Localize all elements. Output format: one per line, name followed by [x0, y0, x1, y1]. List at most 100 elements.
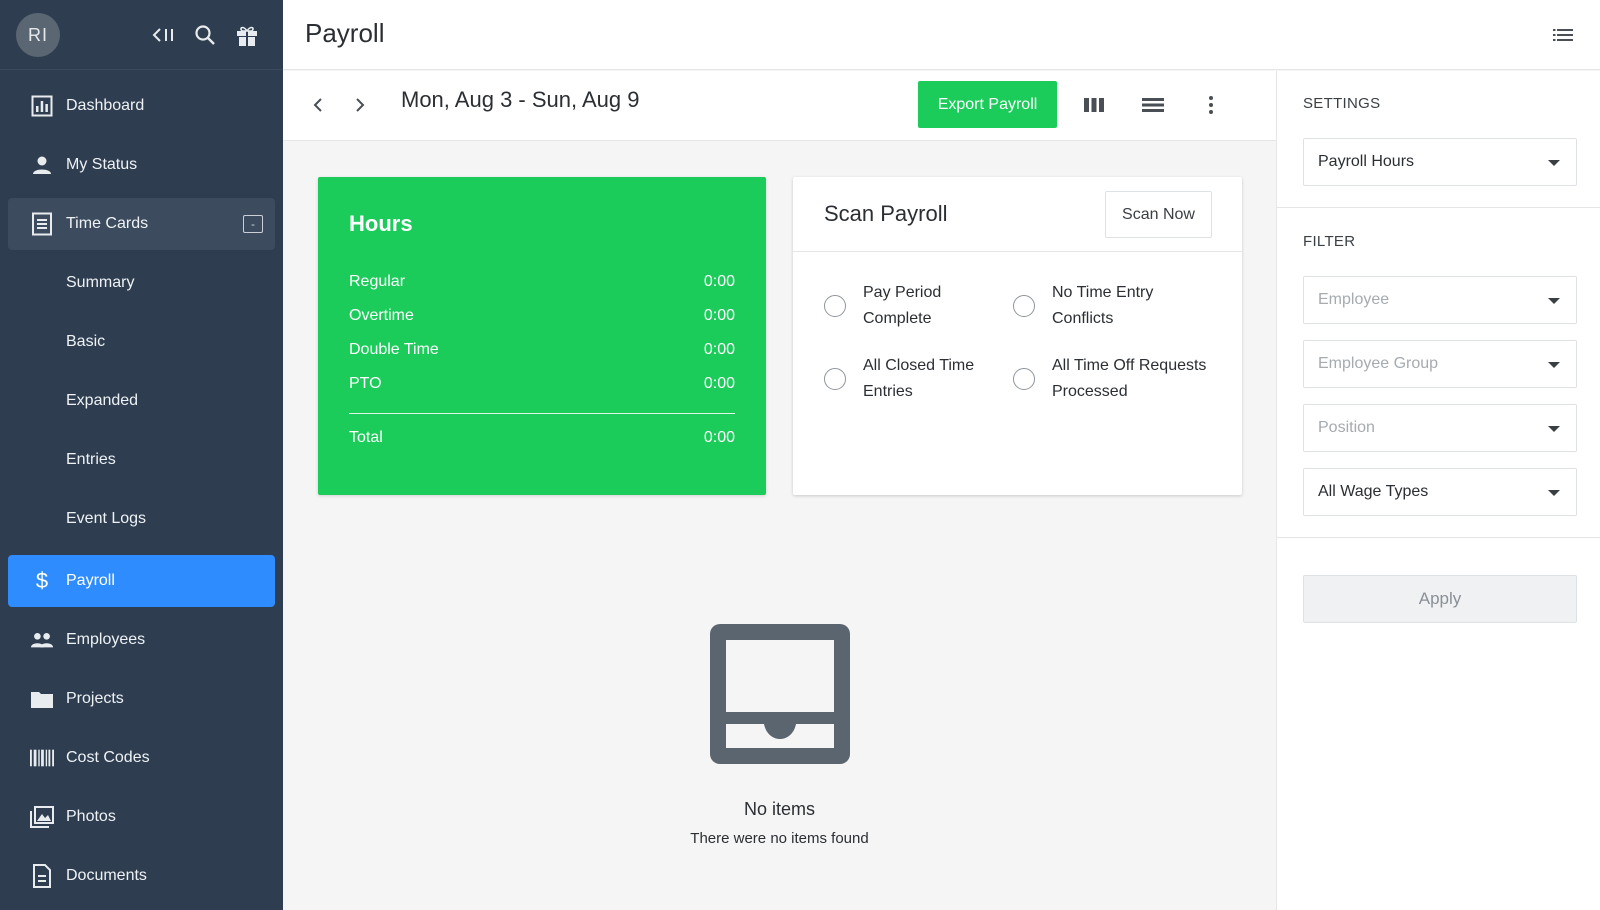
export-payroll-button[interactable]: Export Payroll: [918, 81, 1057, 128]
sidebar-item-label: Projects: [66, 690, 124, 707]
check-all-time-off-requests-processed[interactable]: All Time Off Requests Processed: [1013, 353, 1222, 405]
sidebar-subitem-summary[interactable]: Summary: [8, 257, 275, 309]
barcode-icon: [30, 746, 54, 770]
columns-view-icon[interactable]: [1081, 93, 1107, 117]
settings-panel: SETTINGS Payroll Hours FILTER Employee E…: [1276, 71, 1600, 910]
main-nav: Dashboard My Status Time Cards - Summary…: [0, 80, 283, 909]
rows-view-icon[interactable]: [1140, 93, 1166, 117]
sidebar-subitem-entries[interactable]: Entries: [8, 434, 275, 486]
check-label: All Time Off Requests Processed: [1052, 357, 1207, 400]
position-select[interactable]: Position: [1303, 404, 1577, 452]
page-header: Payroll: [283, 0, 1600, 70]
hours-row-value: 0:00: [703, 375, 735, 392]
sidebar-item-projects[interactable]: Projects: [8, 673, 275, 725]
sidebar-item-label: Time Cards: [66, 215, 149, 232]
empty-state-title: No items: [743, 799, 815, 819]
sidebar-top-bar: RI: [0, 0, 283, 70]
collapse-sidebar-icon[interactable]: [150, 20, 180, 50]
hours-row-value: 0:00: [703, 341, 735, 358]
search-icon[interactable]: [190, 20, 220, 50]
check-status-icon: [1013, 295, 1035, 317]
date-range[interactable]: Mon, Aug 3 - Sun, Aug 9: [401, 87, 640, 113]
next-period-icon[interactable]: [348, 93, 372, 117]
sidebar-subitem-expanded[interactable]: Expanded: [8, 375, 275, 427]
sidebar-item-label: My Status: [66, 156, 138, 173]
chevron-down-icon: [1548, 298, 1560, 304]
dashboard-icon: [30, 94, 54, 118]
sidebar-item-cost-codes[interactable]: Cost Codes: [8, 732, 275, 784]
scan-now-button[interactable]: Scan Now: [1105, 191, 1212, 238]
settings-label: SETTINGS: [1303, 95, 1381, 112]
filter-divider: [1277, 537, 1600, 538]
hours-row-label: Regular: [349, 273, 406, 290]
date-toolbar: Mon, Aug 3 - Sun, Aug 9 Export Payroll: [283, 71, 1276, 141]
sidebar-item-payroll[interactable]: $ Payroll: [8, 555, 275, 607]
hours-total-value: 0:00: [703, 429, 735, 446]
empty-inbox-icon: [706, 620, 854, 768]
sidebar-item-label: Employees: [66, 631, 146, 648]
sidebar-item-label: Dashboard: [66, 97, 145, 114]
sidebar-item-employees[interactable]: Employees: [8, 614, 275, 666]
hours-divider: [349, 413, 735, 414]
chevron-down-icon: [1548, 160, 1560, 166]
employee-select[interactable]: Employee: [1303, 276, 1577, 324]
page-title: Payroll: [305, 18, 385, 48]
check-no-time-entry-conflicts[interactable]: No Time Entry Conflicts: [1013, 280, 1202, 332]
check-status-icon: [824, 368, 846, 390]
check-label: No Time Entry Conflicts: [1052, 284, 1154, 327]
apply-button[interactable]: Apply: [1303, 575, 1577, 623]
previous-period-icon[interactable]: [306, 93, 330, 117]
sidebar-item-dashboard[interactable]: Dashboard: [8, 80, 275, 132]
avatar[interactable]: RI: [16, 13, 60, 57]
sidebar-subitem-basic[interactable]: Basic: [8, 316, 275, 368]
chevron-down-icon: [1548, 490, 1560, 496]
sidebar-item-time-cards[interactable]: Time Cards -: [8, 198, 275, 250]
hours-row-label: Overtime: [349, 307, 414, 324]
hours-title: Hours: [349, 211, 413, 236]
check-status-icon: [1013, 368, 1035, 390]
scan-payroll-header: Scan Payroll Scan Now: [793, 177, 1242, 252]
more-options-icon[interactable]: [1198, 93, 1224, 117]
employee-group-placeholder: Employee Group: [1318, 355, 1439, 372]
sidebar-item-label: Documents: [66, 867, 147, 884]
list-view-icon[interactable]: [1552, 24, 1574, 46]
wage-type-value: All Wage Types: [1318, 483, 1429, 500]
hours-row-pto: PTO 0:00: [349, 375, 735, 393]
time-card-icon: [30, 212, 54, 236]
filter-label: FILTER: [1303, 233, 1356, 250]
sidebar-item-my-status[interactable]: My Status: [8, 139, 275, 191]
employee-placeholder: Employee: [1318, 291, 1390, 308]
report-type-select[interactable]: Payroll Hours: [1303, 138, 1577, 186]
hours-row-double-time: Double Time 0:00: [349, 341, 735, 359]
check-label: Pay Period Complete: [863, 284, 942, 327]
sidebar-item-label: Expanded: [66, 392, 139, 409]
hours-row-value: 0:00: [703, 273, 735, 290]
hours-row-total: Total 0:00: [349, 429, 735, 447]
hours-card: Hours Regular 0:00 Overtime 0:00 Double …: [318, 177, 766, 495]
hours-row-regular: Regular 0:00: [349, 273, 735, 291]
gift-icon[interactable]: [232, 20, 262, 50]
sidebar-item-label: Event Logs: [66, 510, 147, 527]
hours-row-label: Double Time: [349, 341, 439, 358]
hours-row-value: 0:00: [703, 307, 735, 324]
wage-type-select[interactable]: All Wage Types: [1303, 468, 1577, 516]
dollar-icon: $: [35, 568, 49, 593]
employee-group-select[interactable]: Employee Group: [1303, 340, 1577, 388]
folder-icon: [30, 687, 54, 711]
person-icon: [30, 153, 54, 177]
sidebar-subitem-event-logs[interactable]: Event Logs: [8, 493, 275, 545]
sidebar-item-documents[interactable]: Documents: [8, 850, 275, 902]
report-type-value: Payroll Hours: [1318, 153, 1415, 170]
settings-divider: [1277, 207, 1600, 208]
check-pay-period-complete[interactable]: Pay Period Complete: [824, 280, 1013, 332]
hours-row-label: PTO: [349, 375, 382, 392]
sidebar-item-photos[interactable]: Photos: [8, 791, 275, 843]
sidebar-item-label: Payroll: [66, 572, 115, 589]
document-icon: [30, 864, 54, 888]
check-label: All Closed Time Entries: [863, 357, 975, 400]
sidebar-item-label: Cost Codes: [66, 749, 150, 766]
hours-total-label: Total: [349, 429, 383, 446]
collapse-toggle-icon[interactable]: -: [243, 215, 263, 233]
check-all-closed-time-entries[interactable]: All Closed Time Entries: [824, 353, 1013, 405]
photos-icon: [30, 805, 54, 829]
